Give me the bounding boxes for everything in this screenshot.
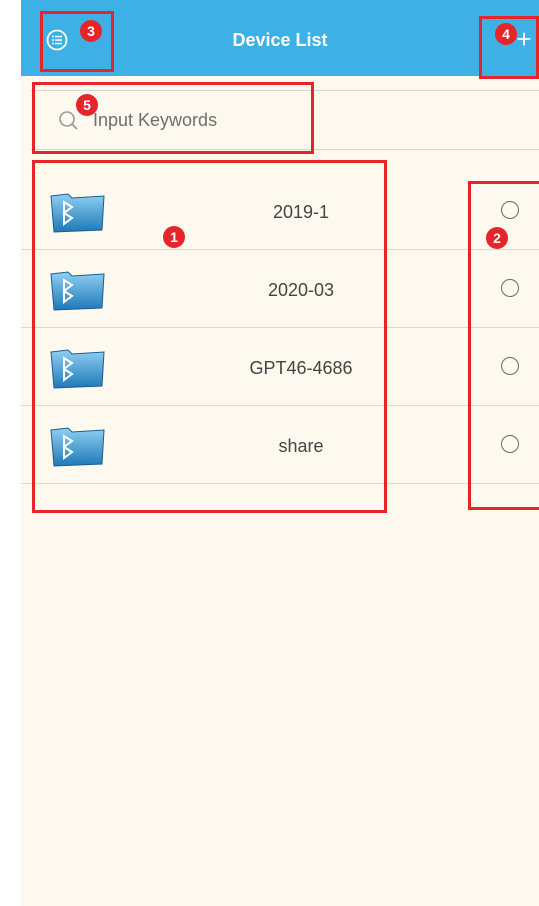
device-select-radio[interactable] [501,435,519,453]
device-name: 2020-03 [267,280,335,300]
search-icon [59,111,78,130]
device-select-radio[interactable] [501,357,519,375]
list-menu-icon [46,29,68,51]
device-name: share [278,436,324,456]
device-name: 2019-1 [272,202,330,222]
annotation-badge-4: 4 [495,23,517,45]
device-row[interactable]: share [21,406,539,484]
bluetooth-folder-icon [50,349,105,389]
search-bar [31,90,539,150]
device-select-radio[interactable] [501,279,519,297]
device-name: GPT46-4686 [249,358,353,378]
device-select-radio[interactable] [501,201,519,219]
device-row[interactable]: GPT46-4686 [21,328,539,406]
annotation-badge-5: 5 [76,94,98,116]
annotation-badge-3: 3 [80,20,102,42]
menu-button[interactable] [46,29,68,51]
device-list-screen: Device List + Input Keywords 2019-1 2020… [21,0,539,906]
bluetooth-folder-icon [50,193,105,233]
device-list: 2019-1 2020-03 GPT46-4686 share [21,172,539,484]
bluetooth-folder-icon [50,427,105,467]
device-row[interactable]: 2020-03 [21,250,539,328]
search-input[interactable] [93,103,513,137]
annotation-badge-2: 2 [486,227,508,249]
bluetooth-folder-icon [50,271,105,311]
annotation-badge-1: 1 [163,226,185,248]
device-row[interactable]: 2019-1 [21,172,539,250]
